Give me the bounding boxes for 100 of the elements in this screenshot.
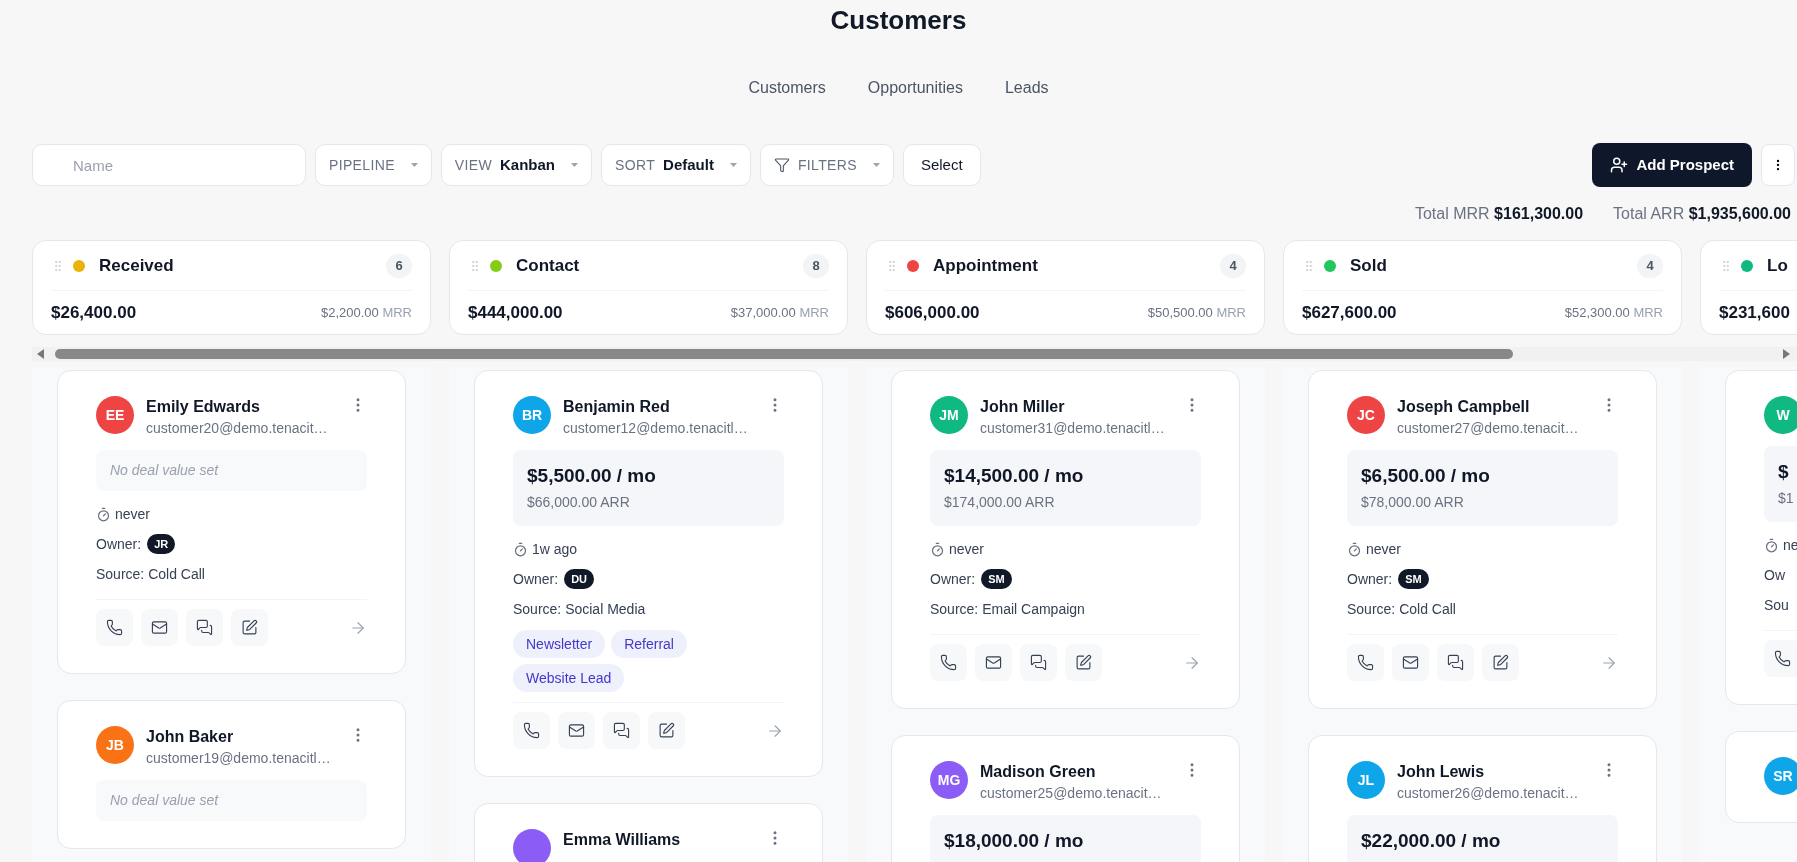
total-summary: Total MRR $161,300.00 bbox=[1414, 204, 1584, 224]
deal-mrr: $14,500.00 / mo bbox=[944, 464, 1085, 488]
edit-button[interactable] bbox=[231, 609, 268, 646]
edit-button[interactable] bbox=[1482, 644, 1519, 681]
mail-button[interactable] bbox=[975, 644, 1012, 681]
customer-name[interactable]: Madison Green bbox=[980, 761, 1183, 783]
caret-icon bbox=[729, 163, 737, 167]
stage-total: $606,000.00 bbox=[885, 301, 980, 324]
avatar: EE bbox=[96, 396, 134, 434]
mail-button[interactable] bbox=[141, 609, 178, 646]
timer-icon bbox=[96, 506, 111, 522]
no-deal-box: No deal value set bbox=[96, 780, 367, 821]
customer-name[interactable]: Benjamin Red bbox=[563, 396, 766, 418]
stage-total: $231,600 bbox=[1719, 301, 1790, 324]
stage-name: Lo bbox=[1767, 254, 1788, 277]
edit-button[interactable] bbox=[1065, 644, 1102, 681]
mail-icon bbox=[151, 619, 168, 636]
customer-name[interactable]: John Baker bbox=[146, 726, 349, 748]
tag: Referral bbox=[611, 630, 687, 658]
timer-icon bbox=[930, 541, 945, 557]
customer-email: customer12@demo.tenacitl… bbox=[563, 419, 749, 438]
chat-button[interactable] bbox=[186, 609, 223, 646]
stage-total: $627,600.00 bbox=[1302, 301, 1397, 324]
tab[interactable]: Leads bbox=[1004, 76, 1049, 100]
deal-mrr: $22,000.00 / mo bbox=[1361, 829, 1502, 853]
lead-source: Source: Cold Call bbox=[1347, 599, 1457, 619]
mail-icon bbox=[1402, 654, 1419, 671]
avatar: SR bbox=[1764, 757, 1797, 795]
scrollbar-thumb[interactable] bbox=[55, 349, 1513, 359]
deal-arr: $174,000.00 ARR bbox=[944, 493, 1056, 512]
stage-name: Received bbox=[99, 254, 174, 277]
chat-button[interactable] bbox=[603, 712, 640, 749]
customer-name[interactable]: John Lewis bbox=[1397, 761, 1600, 783]
owner-label: Owner: bbox=[513, 569, 559, 589]
lead-source: Sou bbox=[1764, 595, 1790, 615]
chat-icon bbox=[1447, 654, 1464, 671]
customer-name[interactable]: John Miller bbox=[980, 396, 1183, 418]
count-badge: 8 bbox=[803, 253, 829, 278]
owner-badge: JR bbox=[147, 534, 176, 554]
timer-icon bbox=[513, 541, 528, 557]
search-field[interactable]: Name bbox=[32, 144, 306, 186]
customer-card[interactable]: BR Benjamin Red customer12@demo.tenacitl… $5,500.00 / mo $66,000.00 ARR 1w ago Owner: DU Source: Social Media Newsletter Referral Website Lead bbox=[474, 370, 823, 777]
phone-icon bbox=[106, 619, 123, 636]
customer-card[interactable]: JM John Miller customer31@demo.tenacitl… $14,500.00 / mo $174,000.00 ARR never Owner: SM Source: Email Campaign bbox=[891, 370, 1240, 709]
phone-button[interactable] bbox=[1764, 640, 1797, 677]
deal-mrr: $5,500.00 / mo bbox=[527, 464, 657, 488]
stage-name: Appointment bbox=[933, 254, 1038, 277]
customer-name[interactable]: Joseph Campbell bbox=[1397, 396, 1600, 418]
customer-name[interactable]: Emily Edwards bbox=[146, 396, 349, 418]
avatar: BR bbox=[513, 396, 551, 434]
deal-mrr: $6,500.00 / mo bbox=[1361, 464, 1491, 488]
scroll-right-icon[interactable] bbox=[1781, 349, 1791, 359]
customer-email: customer20@demo.tenacit… bbox=[146, 419, 329, 438]
timer-icon bbox=[1347, 541, 1362, 557]
owner-label: Owner: bbox=[1347, 569, 1393, 589]
stage-mrr: $2,200.00 MRR bbox=[320, 303, 412, 322]
caret-icon bbox=[410, 163, 418, 167]
deal-mrr: $ bbox=[1778, 460, 1790, 484]
phone-button[interactable] bbox=[96, 609, 133, 646]
chat-button[interactable] bbox=[1437, 644, 1474, 681]
owner-label: Owner: bbox=[930, 569, 976, 589]
phone-button[interactable] bbox=[513, 712, 550, 749]
edit-icon bbox=[1075, 654, 1092, 671]
tag: Website Lead bbox=[513, 664, 625, 692]
stage-mrr: $50,500.00 MRR bbox=[1147, 303, 1246, 322]
customer-card[interactable]: JL John Lewis customer26@demo.tenacit… $22,000.00 / mo bbox=[1308, 735, 1657, 862]
customer-card[interactable]: Emma Williams bbox=[474, 803, 823, 862]
chat-icon bbox=[1030, 654, 1047, 671]
deal-arr: $1 bbox=[1778, 489, 1795, 508]
select-button[interactable]: Select bbox=[902, 144, 981, 186]
deal-arr: $78,000.00 ARR bbox=[1361, 493, 1465, 512]
mail-icon bbox=[568, 722, 585, 739]
dropdown-button[interactable]: SORT Default bbox=[601, 144, 751, 186]
chat-button[interactable] bbox=[1020, 644, 1057, 681]
dropdown-button[interactable]: VIEW Kanban bbox=[440, 144, 593, 186]
tab[interactable]: Opportunities bbox=[867, 76, 963, 100]
phone-button[interactable] bbox=[930, 644, 967, 681]
tag: Newsletter bbox=[513, 630, 606, 658]
customer-card[interactable]: JC Joseph Campbell customer27@demo.tenacit… $6,500.00 / mo $78,000.00 ARR never Owner: SM Source: Cold Call bbox=[1308, 370, 1657, 709]
customer-email: customer31@demo.tenacitl… bbox=[980, 419, 1166, 438]
customer-card[interactable]: JB John Baker customer19@demo.tenacitl… No deal value set bbox=[57, 700, 406, 849]
filters-dropdown[interactable]: FILTERS bbox=[759, 144, 894, 186]
tab[interactable]: Customers bbox=[748, 76, 826, 100]
add-prospect-button[interactable]: Add Prospect bbox=[1592, 143, 1752, 187]
dropdown-button[interactable]: PIPELINE bbox=[315, 144, 432, 186]
edit-button[interactable] bbox=[648, 712, 685, 749]
avatar: MG bbox=[930, 761, 968, 799]
deal-arr: $66,000.00 ARR bbox=[527, 493, 631, 512]
filter-icon bbox=[773, 157, 790, 173]
mail-button[interactable] bbox=[558, 712, 595, 749]
phone-button[interactable] bbox=[1347, 644, 1384, 681]
avatar: JB bbox=[96, 726, 134, 764]
scroll-left-icon[interactable] bbox=[36, 349, 46, 359]
page-title: Customers bbox=[830, 4, 967, 36]
customer-card[interactable]: EE Emily Edwards customer20@demo.tenacit… No deal value set never Owner: JR Source: Cold Call bbox=[57, 370, 406, 674]
customer-card[interactable]: MG Madison Green customer25@demo.tenacit… $18,000.00 / mo bbox=[891, 735, 1240, 862]
customer-name[interactable]: Emma Williams bbox=[563, 829, 766, 851]
user-plus-icon bbox=[1610, 156, 1629, 174]
phone-icon bbox=[1357, 654, 1374, 671]
mail-button[interactable] bbox=[1392, 644, 1429, 681]
